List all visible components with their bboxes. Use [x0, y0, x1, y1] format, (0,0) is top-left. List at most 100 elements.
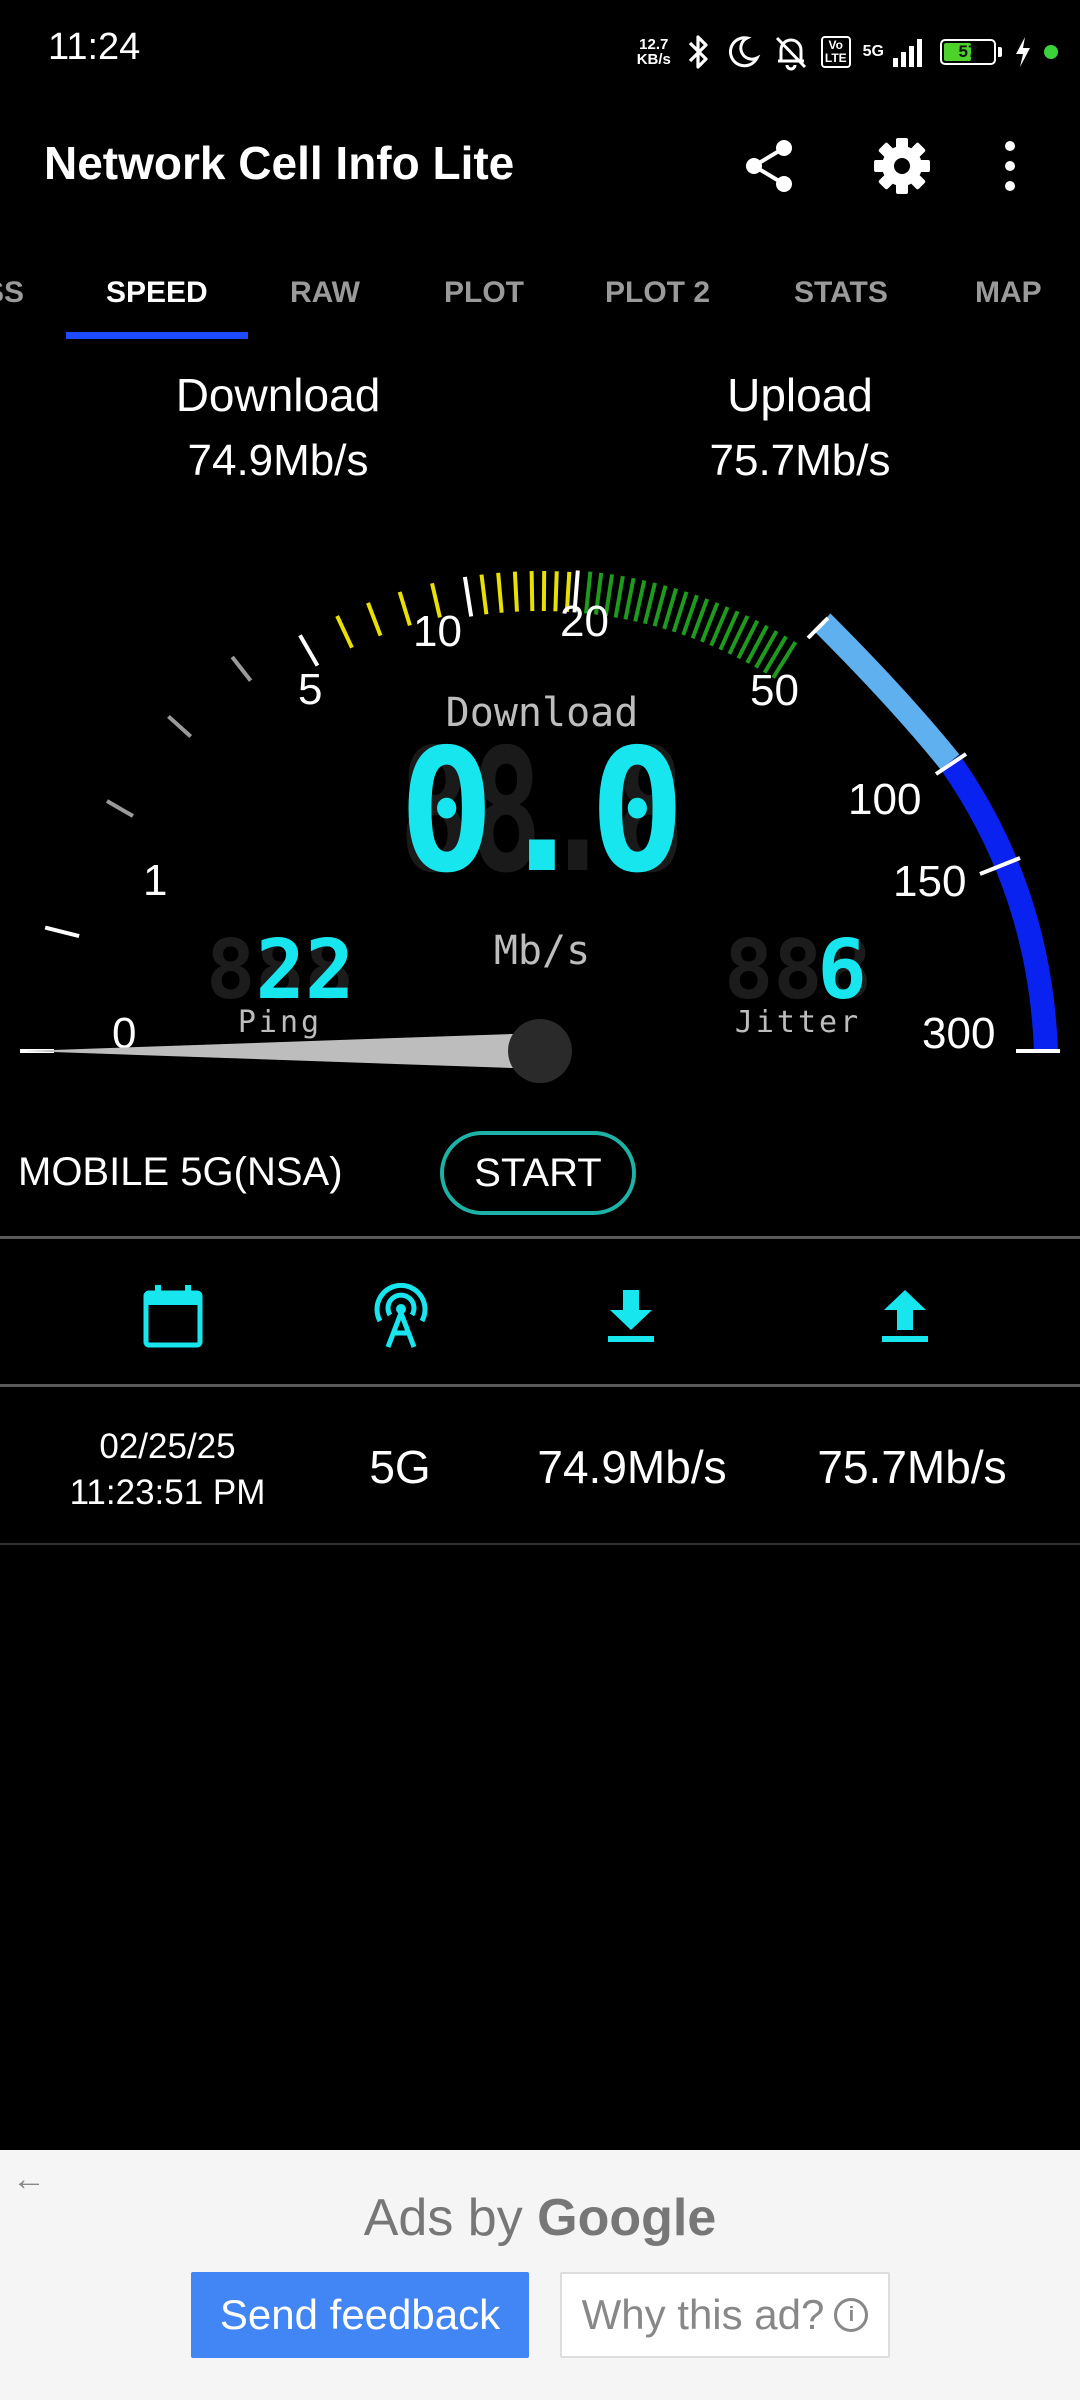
gauge-tick-green [633, 579, 647, 622]
history-col-network[interactable] [361, 1276, 441, 1356]
gauge-tick-green [652, 585, 668, 627]
volte-bottom: LTE [824, 51, 847, 65]
jitter-label: Jitter [735, 1005, 861, 1040]
start-button[interactable]: START [440, 1131, 636, 1215]
why-this-ad-label: Why this ad? [581, 2291, 825, 2338]
info-icon: i [834, 2298, 869, 2332]
tab-map[interactable]: MAP [975, 276, 1042, 310]
net-speed-value: 12.7 [639, 36, 669, 53]
scale-label-150: 150 [893, 857, 966, 906]
battery-level: 57 [958, 42, 978, 61]
history-col-download[interactable] [591, 1276, 671, 1356]
jitter-digits: 6 [817, 923, 866, 1018]
gauge-tick-10 [462, 576, 474, 617]
google-logo: Google [537, 2189, 717, 2247]
gauge-tick-minor [167, 714, 193, 738]
scale-label-10: 10 [413, 607, 462, 656]
why-this-ad-button[interactable]: Why this ad? i [560, 2272, 890, 2358]
antenna-icon [374, 1283, 428, 1348]
scale-label-1: 1 [143, 856, 167, 905]
scale-label-5: 5 [298, 665, 322, 714]
gauge-digits: 0.0 [399, 713, 685, 911]
history-row-time: 11:23:51 PM [69, 1473, 266, 1512]
bluetooth-icon [688, 35, 708, 69]
gauge-tick-yellow [496, 572, 504, 613]
scale-label-20: 20 [560, 597, 609, 646]
download-icon [608, 1290, 654, 1342]
charging-icon [1016, 37, 1030, 67]
gauge-tick-minor [230, 655, 253, 682]
battery-icon: 57 [940, 39, 996, 65]
ping-label: Ping [238, 1005, 322, 1040]
history-row-network: 5G [369, 1441, 431, 1493]
history-col-upload[interactable] [865, 1276, 945, 1356]
gauge-tick-yellow [366, 602, 383, 637]
history-row-upload: 75.7Mb/s [817, 1441, 1007, 1493]
gauge-tick-yellow [335, 615, 354, 649]
download-label: Download [175, 369, 381, 421]
upload-label: Upload [727, 369, 873, 421]
speed-gauge: 0 1 5 10 20 50 100 150 300 Download 88.8… [20, 570, 1060, 1083]
tab-speed[interactable]: SPEED [106, 276, 208, 310]
tab-indicator [66, 332, 248, 339]
gauge-tick-1 [44, 925, 80, 939]
history-row-date: 02/25/25 [99, 1427, 236, 1466]
ads-by-label: Ads by [363, 2189, 523, 2247]
gauge-tick-yellow [479, 574, 489, 615]
gauge-tick-green [662, 588, 679, 630]
tab-plot-2[interactable]: PLOT 2 [605, 276, 710, 310]
gauge-arc-blue [940, 755, 1058, 1052]
tab-stats[interactable]: STATS [794, 276, 888, 310]
battery-cap [998, 47, 1002, 57]
overflow-menu-button[interactable] [980, 126, 1040, 206]
gauge-needle-hub [508, 1019, 572, 1083]
net-speed-unit: KB/s [636, 51, 671, 68]
scale-label-50: 50 [750, 666, 799, 715]
gauge-tick-yellow [512, 571, 519, 612]
scale-label-100: 100 [848, 775, 921, 824]
upload-icon [882, 1290, 928, 1342]
send-feedback-button[interactable]: Send feedback [191, 2272, 529, 2358]
bell-off-icon [775, 36, 806, 71]
gauge-tick-yellow [397, 591, 412, 627]
divider-top [0, 1236, 1080, 1239]
gauge-tick-yellow [529, 571, 535, 612]
volte-icon: Vo LTE [820, 36, 851, 68]
gear-icon [874, 138, 930, 194]
app-title: Network Cell Info Lite [44, 137, 515, 189]
share-icon [746, 140, 792, 192]
download-value: 74.9Mb/s [187, 436, 369, 485]
network-type: 5G [862, 43, 884, 60]
tab-ss[interactable]: SS [0, 276, 24, 310]
ping-digits: 22 [256, 923, 355, 1018]
ads-by-google: Ads by Google [0, 2188, 1080, 2248]
connection-type: MOBILE 5G(NSA) [18, 1150, 343, 1194]
calendar-icon [143, 1285, 203, 1348]
tab-raw[interactable]: RAW [290, 276, 360, 310]
gauge-arc-light-blue [813, 613, 960, 770]
gauge-tick-yellow [553, 571, 559, 612]
share-button[interactable] [730, 126, 810, 206]
gauge-tick-minor [105, 799, 134, 818]
more-vert-icon [1005, 141, 1015, 191]
moon-icon [728, 36, 761, 68]
gauge-tick-green [623, 577, 636, 620]
tab-bar: SS SPEED RAW PLOT PLOT 2 STATS MAP [0, 250, 1080, 340]
upload-value: 75.7Mb/s [709, 436, 891, 485]
scale-label-300: 300 [922, 1009, 995, 1058]
divider-header [0, 1384, 1080, 1387]
gauge-tick-5 [298, 634, 320, 667]
net-speed-indicator: 12.7 KB/s [637, 37, 671, 67]
history-row-download: 74.9Mb/s [537, 1441, 727, 1493]
gauge-tick-green [613, 575, 625, 618]
tab-plot[interactable]: PLOT [444, 276, 524, 310]
signal-icon [893, 39, 922, 67]
history-row-datetime: 02/25/25 11:23:51 PM [40, 1424, 295, 1516]
divider-row [0, 1543, 1080, 1545]
status-icons: 12.7 KB/s Vo LTE 5G 57 [637, 28, 1058, 76]
settings-button[interactable] [862, 126, 942, 206]
status-time: 11:24 [48, 26, 141, 68]
privacy-dot [1044, 45, 1058, 59]
gauge-unit: Mb/s [494, 928, 590, 974]
history-col-date[interactable] [133, 1276, 213, 1356]
